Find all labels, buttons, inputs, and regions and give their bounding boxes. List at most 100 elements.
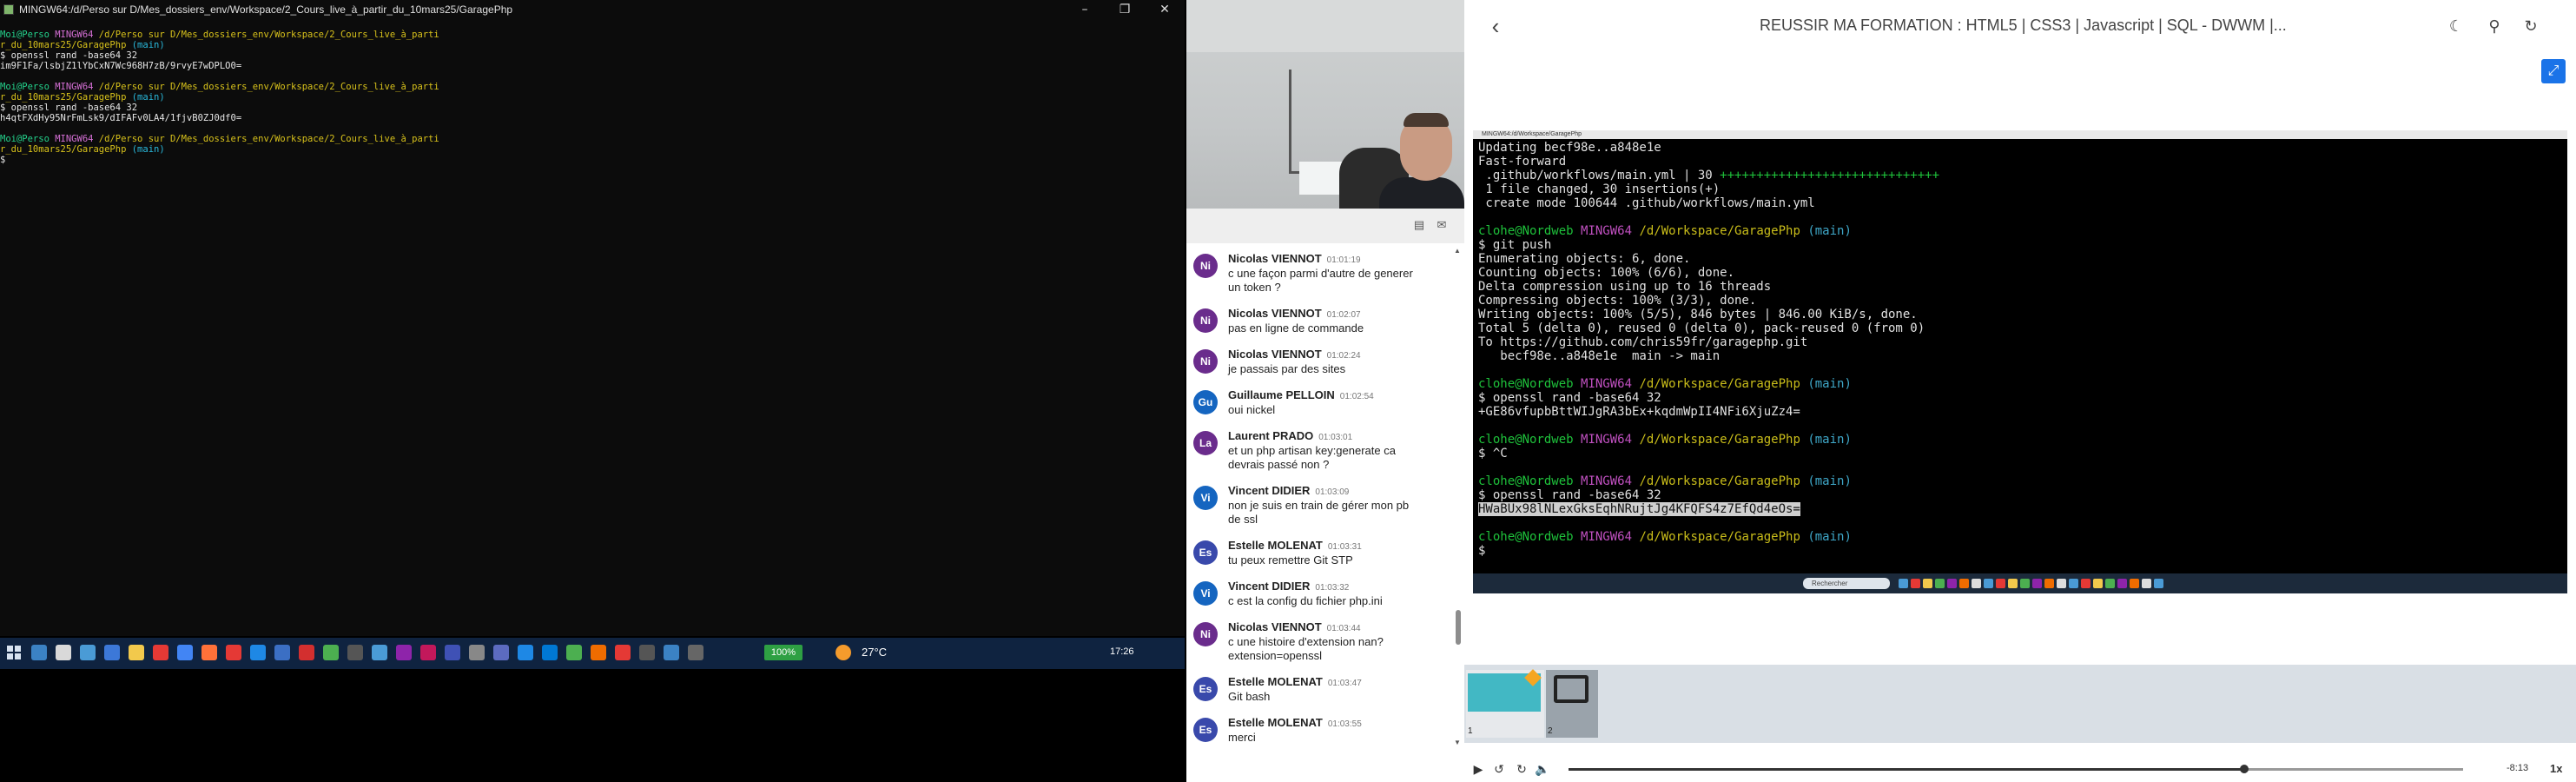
- terminal-text: clohe@Nordweb: [1478, 224, 1582, 238]
- progress-knob[interactable]: [2239, 765, 2249, 773]
- chat-timestamp: 01:02:24: [1326, 351, 1361, 361]
- taskbar-app-icon[interactable]: [396, 645, 412, 660]
- taskbar-app-icon[interactable]: [323, 645, 339, 660]
- taskbar-app-icon[interactable]: [445, 645, 460, 660]
- chat-scrollbar[interactable]: ▲ ▼: [1452, 247, 1463, 747]
- taskbar-app-icon[interactable]: [469, 645, 485, 660]
- taskbar-app-icon[interactable]: [688, 645, 703, 660]
- terminal-text: clohe@Nordweb: [1478, 433, 1582, 447]
- refresh-icon[interactable]: ↻: [2520, 16, 2541, 36]
- chat-scroll-thumb[interactable]: [1456, 610, 1461, 645]
- chat-message-line: c est la config du fichier php.ini: [1228, 594, 1383, 607]
- taskbar-app-icon[interactable]: [591, 645, 606, 660]
- taskbar-app-icon[interactable]: [420, 645, 436, 660]
- shared-taskbar-icon: [2020, 579, 2030, 588]
- taskbar-app-icon[interactable]: [639, 645, 655, 660]
- chat-bubbles-icon[interactable]: ✉: [1435, 219, 1449, 231]
- terminal-text: becf98e..a848e1e main -> main: [1478, 349, 1721, 363]
- back-chevron-icon[interactable]: ‹: [1485, 13, 1506, 39]
- shared-taskbar-icon: [2105, 579, 2115, 588]
- terminal-text: (main): [126, 40, 165, 50]
- terminal-text: Compressing objects: 100% (3/3), done.: [1478, 294, 1757, 308]
- chat-author: Estelle MOLENAT 01:03:55: [1228, 716, 1362, 729]
- terminal-line: Fast-forward: [1478, 155, 2564, 169]
- scroll-down-icon[interactable]: ▼: [1452, 739, 1463, 746]
- slide-thumbnail[interactable]: 1: [1466, 670, 1544, 738]
- playback-speed[interactable]: 1x: [2550, 762, 2562, 775]
- terminal-text: /d/Workspace/GaragePhp: [1639, 224, 1800, 238]
- taskbar-app-icon[interactable]: [493, 645, 509, 660]
- terminal-output[interactable]: Moi@Perso MINGW64 /d/Perso sur D/Mes_dos…: [0, 30, 1185, 165]
- chat-message-line: je passais par des sites: [1228, 362, 1346, 375]
- terminal-text: (main): [126, 92, 165, 103]
- minimize-icon[interactable]: –: [1065, 0, 1105, 19]
- taskbar-app-icon[interactable]: [56, 645, 71, 660]
- search-icon[interactable]: ⚲: [2484, 16, 2505, 36]
- shared-taskbar-icon: [2032, 579, 2042, 588]
- dark-mode-moon-icon[interactable]: ☾: [2446, 16, 2467, 36]
- terminal-text: Counting objects: 100% (6/6), done.: [1478, 266, 1735, 280]
- taskbar-app-icon[interactable]: [542, 645, 558, 660]
- play-icon[interactable]: ▶: [1470, 760, 1487, 778]
- terminal-text: ++++++++++++++++++++++++++++++: [1720, 169, 1940, 182]
- taskbar-app-icon[interactable]: [250, 645, 266, 660]
- taskbar-app-icon[interactable]: [299, 645, 314, 660]
- taskbar-app-icon[interactable]: [664, 645, 679, 660]
- shared-taskbar-icon: [2130, 579, 2139, 588]
- chat-message-line: merci: [1228, 731, 1256, 744]
- chat-message-line: non je suis en train de gérer mon pb: [1228, 499, 1410, 512]
- taskbar-app-icon[interactable]: [347, 645, 363, 660]
- taskbar-app-icon[interactable]: [129, 645, 144, 660]
- taskbar-app-icon[interactable]: [80, 645, 96, 660]
- shared-terminal-titlebar: MINGW64:/d/Workspace/GaragePhp: [1473, 130, 2567, 139]
- chat-author: Estelle MOLENAT 01:03:47: [1228, 675, 1362, 688]
- terminal-line: clohe@Nordweb MINGW64 /d/Workspace/Garag…: [1478, 530, 2564, 544]
- taskbar-app-icon[interactable]: [274, 645, 290, 660]
- avatar: Ni: [1193, 254, 1218, 278]
- taskbar-app-icon[interactable]: [566, 645, 582, 660]
- progress-bar[interactable]: [1569, 765, 2463, 773]
- terminal-text: (main): [1800, 474, 1852, 488]
- terminal-line: r_du_10mars25/GaragePhp (main): [0, 92, 1185, 103]
- rewind-icon[interactable]: ↺: [1490, 760, 1508, 778]
- chat-message-line: oui nickel: [1228, 403, 1276, 416]
- taskbar-app-icon[interactable]: [153, 645, 168, 660]
- maximize-icon[interactable]: ❐: [1105, 0, 1145, 19]
- terminal-text: clohe@Nordweb: [1478, 530, 1582, 544]
- clipboard-icon[interactable]: ▤: [1412, 219, 1426, 231]
- terminal-text: /d/Perso sur D/Mes_dossiers_env/Workspac…: [98, 134, 439, 144]
- taskbar-clock[interactable]: 17:26: [1110, 646, 1134, 657]
- player-header: ‹ REUSSIR MA FORMATION : HTML5 | CSS3 | …: [1464, 0, 2576, 52]
- close-icon[interactable]: ✕: [1145, 0, 1185, 19]
- slide-thumbnail[interactable]: 2: [1546, 670, 1598, 738]
- volume-icon[interactable]: 🔈: [1534, 760, 1551, 778]
- avatar: La: [1193, 431, 1218, 455]
- weather-temperature[interactable]: 27°C: [862, 645, 887, 660]
- windows-start-icon[interactable]: [7, 646, 21, 659]
- terminal-text: h4qtFXdHy95NrFmLsk9/dIFAFv0LA4/1fjvB0ZJ0…: [0, 113, 242, 123]
- terminal-line: Enumerating objects: 6, done.: [1478, 252, 2564, 266]
- course-title: REUSSIR MA FORMATION : HTML5 | CSS3 | Ja…: [1760, 17, 2287, 34]
- forward-icon[interactable]: ↻: [1513, 760, 1530, 778]
- taskbar-app-icon[interactable]: [177, 645, 193, 660]
- chat-author: Laurent PRADO 01:03:01: [1228, 429, 1352, 442]
- terminal-line: $: [1478, 544, 2564, 558]
- terminal-text: .github/workflows/main.yml | 30: [1478, 169, 1721, 182]
- chat-message-text: c une façon parmi d'autre de generer un t…: [1228, 267, 1441, 295]
- taskbar-app-icon[interactable]: [372, 645, 387, 660]
- scroll-up-icon[interactable]: ▲: [1452, 247, 1463, 255]
- taskbar-app-icon[interactable]: [201, 645, 217, 660]
- avatar: Vi: [1193, 486, 1218, 510]
- terminal-window[interactable]: MINGW64:/d/Perso sur D/Mes_dossiers_env/…: [0, 0, 1185, 636]
- taskbar-app-icon[interactable]: [615, 645, 631, 660]
- chat-message-text: merci: [1228, 731, 1441, 745]
- taskbar-app-icon[interactable]: [226, 645, 241, 660]
- taskbar-app-icon[interactable]: [31, 645, 47, 660]
- shared-taskbar-icon: [1996, 579, 2005, 588]
- fullscreen-button[interactable]: ⤢: [2541, 59, 2566, 83]
- taskbar-app-icon[interactable]: [518, 645, 533, 660]
- taskbar-app-icon[interactable]: [104, 645, 120, 660]
